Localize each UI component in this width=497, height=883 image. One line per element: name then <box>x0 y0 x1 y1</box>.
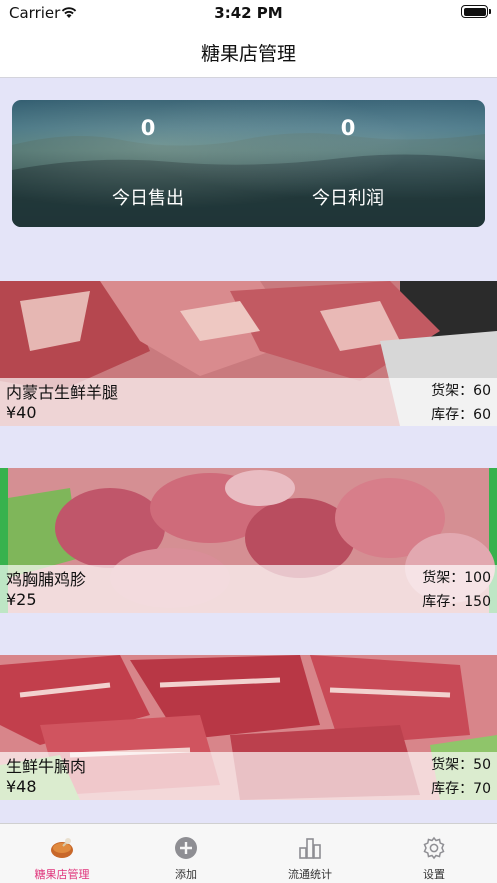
product-stock-count: 库存：150 <box>422 594 491 610</box>
product-price: ¥25 <box>6 590 37 609</box>
clock: 3:42 PM <box>214 4 283 22</box>
battery-icon <box>461 5 491 18</box>
tab-settings[interactable]: 设置 <box>372 824 496 883</box>
profit-today-value: 0 <box>340 116 356 140</box>
product-shelf-count: 货架：100 <box>422 570 491 586</box>
sales-today-value: 0 <box>140 116 156 140</box>
product-shelf-count: 货架：60 <box>431 383 491 399</box>
tab-add[interactable]: 添加 <box>124 824 248 883</box>
daily-summary-card: 0 今日售出 0 今日利润 <box>12 100 485 227</box>
tab-bar: 糖果店管理 添加 流通统计 设置 <box>0 823 497 883</box>
add-circle-icon <box>173 835 199 861</box>
tab-label: 设置 <box>423 868 445 881</box>
product-price: ¥48 <box>6 777 37 796</box>
tab-label: 糖果店管理 <box>34 868 90 881</box>
tab-circulation-stats[interactable]: 流通统计 <box>248 824 372 883</box>
product-card[interactable]: 生鲜牛腩肉 ¥48 货架：50 库存：70 <box>0 655 497 800</box>
navigation-bar: 糖果店管理 <box>0 26 497 78</box>
product-info-overlay: 生鲜牛腩肉 ¥48 货架：50 库存：70 <box>0 752 497 800</box>
product-name: 鸡胸脯鸡胗 <box>6 570 87 589</box>
product-shelf-count: 货架：50 <box>431 757 491 773</box>
page-title: 糖果店管理 <box>200 43 296 65</box>
bar-chart-icon <box>297 835 323 861</box>
tab-label: 流通统计 <box>288 868 332 881</box>
product-info-overlay: 内蒙古生鲜羊腿 ¥40 货架：60 库存：60 <box>0 378 497 426</box>
product-price: ¥40 <box>6 403 37 422</box>
product-stock-count: 库存：70 <box>431 781 491 797</box>
gear-icon <box>421 835 447 861</box>
product-info-overlay: 鸡胸脯鸡胗 ¥25 货架：100 库存：150 <box>0 565 497 613</box>
status-bar: Carrier 3:42 PM <box>0 0 497 26</box>
sales-today-label: 今日售出 <box>112 188 184 209</box>
profit-today-label: 今日利润 <box>312 188 384 209</box>
tab-candy-store[interactable]: 糖果店管理 <box>0 824 124 883</box>
product-card[interactable]: 内蒙古生鲜羊腿 ¥40 货架：60 库存：60 <box>0 281 497 426</box>
product-name: 生鲜牛腩肉 <box>6 757 87 776</box>
candy-store-icon <box>49 835 75 861</box>
product-name: 内蒙古生鲜羊腿 <box>6 383 119 402</box>
product-card[interactable]: 鸡胸脯鸡胗 ¥25 货架：100 库存：150 <box>0 468 497 613</box>
product-stock-count: 库存：60 <box>431 407 491 423</box>
tab-label: 添加 <box>175 868 197 881</box>
